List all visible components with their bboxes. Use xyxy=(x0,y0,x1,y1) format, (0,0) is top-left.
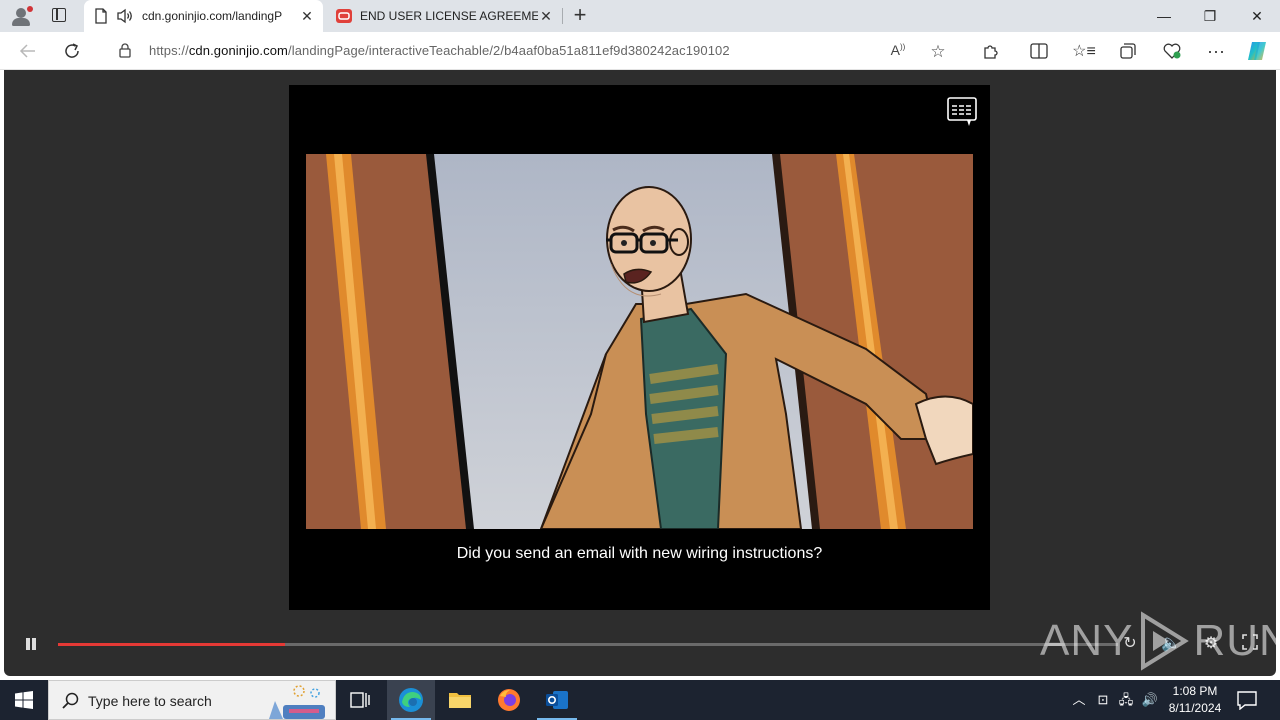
tab-actions-icon[interactable] xyxy=(52,8,66,22)
refresh-icon xyxy=(65,43,79,58)
tray-device-icon[interactable]: ⊡ xyxy=(1094,690,1112,710)
profile-icon[interactable] xyxy=(10,6,33,26)
progress-bar[interactable] xyxy=(58,643,1118,646)
folder-icon xyxy=(449,693,471,708)
volume-tray-icon[interactable]: 🔊 xyxy=(1141,690,1159,710)
favorites-button[interactable]: ☆≡ xyxy=(1072,40,1096,62)
progress-fill xyxy=(58,643,285,646)
extensions-button[interactable] xyxy=(980,40,1002,62)
page-icon xyxy=(95,8,107,24)
page-content: Did you send an email with new wiring in… xyxy=(4,70,1280,676)
captions-icon[interactable] xyxy=(947,97,977,127)
search-highlight-icon xyxy=(269,685,325,719)
close-tab-icon[interactable]: ✕ xyxy=(538,8,554,24)
eula-favicon-icon xyxy=(336,9,352,23)
more-dots-icon: ··· xyxy=(1207,40,1225,61)
back-button[interactable] xyxy=(17,40,39,62)
tab-separator xyxy=(562,8,563,24)
puzzle-icon xyxy=(984,45,998,59)
collections-button[interactable] xyxy=(1117,40,1139,62)
speaker-icon[interactable] xyxy=(116,8,134,24)
task-view-icon xyxy=(350,692,370,708)
address-bar[interactable]: https://cdn.goninjio.com/landingPage/int… xyxy=(101,36,963,66)
network-icon[interactable]: 🖧 xyxy=(1117,690,1135,710)
heart-pulse-icon xyxy=(1163,43,1181,59)
tab-goninjio[interactable]: cdn.goninjio.com/landingP ✕ xyxy=(84,0,323,32)
read-aloud-icon[interactable]: A)) xyxy=(888,42,908,60)
taskbar-outlook[interactable] xyxy=(533,680,581,720)
notification-icon[interactable] xyxy=(1236,690,1258,710)
copilot-button[interactable] xyxy=(1246,40,1268,62)
tab-title: END USER LICENSE AGREEMENT xyxy=(360,9,538,23)
start-button[interactable] xyxy=(0,680,48,720)
url-scheme: https:// xyxy=(149,43,189,58)
tray-overflow-icon[interactable]: ︿ xyxy=(1070,690,1088,710)
windows-logo-icon xyxy=(15,691,33,709)
settings-more-button[interactable]: ··· xyxy=(1205,40,1227,62)
split-screen-button[interactable] xyxy=(1028,40,1050,62)
taskbar-file-explorer[interactable] xyxy=(436,680,484,720)
edge-icon xyxy=(399,688,423,712)
restore-button[interactable]: ❐ xyxy=(1187,0,1233,32)
search-icon xyxy=(62,692,79,709)
clock[interactable]: 1:08 PM 8/11/2024 xyxy=(1162,683,1228,717)
close-window-button[interactable]: ✕ xyxy=(1234,0,1280,32)
video-subtitle: Did you send an email with new wiring in… xyxy=(456,545,823,562)
video-frame-illustration xyxy=(306,154,973,529)
new-tab-button[interactable]: + xyxy=(569,4,591,27)
pause-button[interactable] xyxy=(24,636,38,652)
refresh-button[interactable] xyxy=(61,40,83,62)
taskbar-firefox[interactable] xyxy=(485,680,533,720)
outlook-icon xyxy=(546,691,568,709)
firefox-icon xyxy=(498,689,520,711)
url-host: cdn.goninjio.com xyxy=(188,43,288,58)
tab-eula[interactable]: END USER LICENSE AGREEMENT ✕ xyxy=(326,0,562,32)
tab-strip: cdn.goninjio.com/landingP ✕ END USER LIC… xyxy=(0,0,1280,32)
close-tab-icon[interactable]: ✕ xyxy=(299,8,315,24)
split-screen-icon xyxy=(1030,43,1048,59)
read-aloud-label: A xyxy=(890,42,900,58)
task-view-button[interactable] xyxy=(336,680,384,720)
url-path: /landingPage/interactiveTeachable/2/b4aa… xyxy=(288,43,730,58)
back-arrow-icon xyxy=(19,44,35,58)
url-text[interactable]: https://cdn.goninjio.com/landingPage/int… xyxy=(149,43,730,58)
watermark-play-icon xyxy=(1141,611,1190,671)
watermark-left-text: ANY xyxy=(1040,616,1134,665)
watermark-right-text: RUN xyxy=(1193,616,1280,665)
clock-date: 8/11/2024 xyxy=(1168,701,1222,715)
browser-essentials-button[interactable] xyxy=(1161,40,1183,62)
navigation-bar: https://cdn.goninjio.com/landingPage/int… xyxy=(0,32,1280,70)
taskbar: Type here to search ︿ ⊡ 🖧 🔊 1:08 PM 8/11… xyxy=(0,680,1280,720)
search-placeholder: Type here to search xyxy=(88,693,212,709)
favorites-icon: ☆≡ xyxy=(1072,43,1096,60)
collections-icon xyxy=(1120,43,1136,59)
anyrun-watermark: ANY RUN xyxy=(1040,608,1280,674)
tab-title: cdn.goninjio.com/landingP xyxy=(142,9,283,23)
lock-icon[interactable] xyxy=(119,43,131,58)
copilot-icon xyxy=(1248,42,1266,60)
favorite-star-icon[interactable]: ☆ xyxy=(928,42,948,61)
minimize-button[interactable]: — xyxy=(1141,0,1187,32)
video-player[interactable]: Did you send an email with new wiring in… xyxy=(289,85,990,610)
clock-time: 1:08 PM xyxy=(1172,684,1218,698)
taskbar-edge[interactable] xyxy=(387,680,435,720)
taskbar-search[interactable]: Type here to search xyxy=(48,680,336,720)
